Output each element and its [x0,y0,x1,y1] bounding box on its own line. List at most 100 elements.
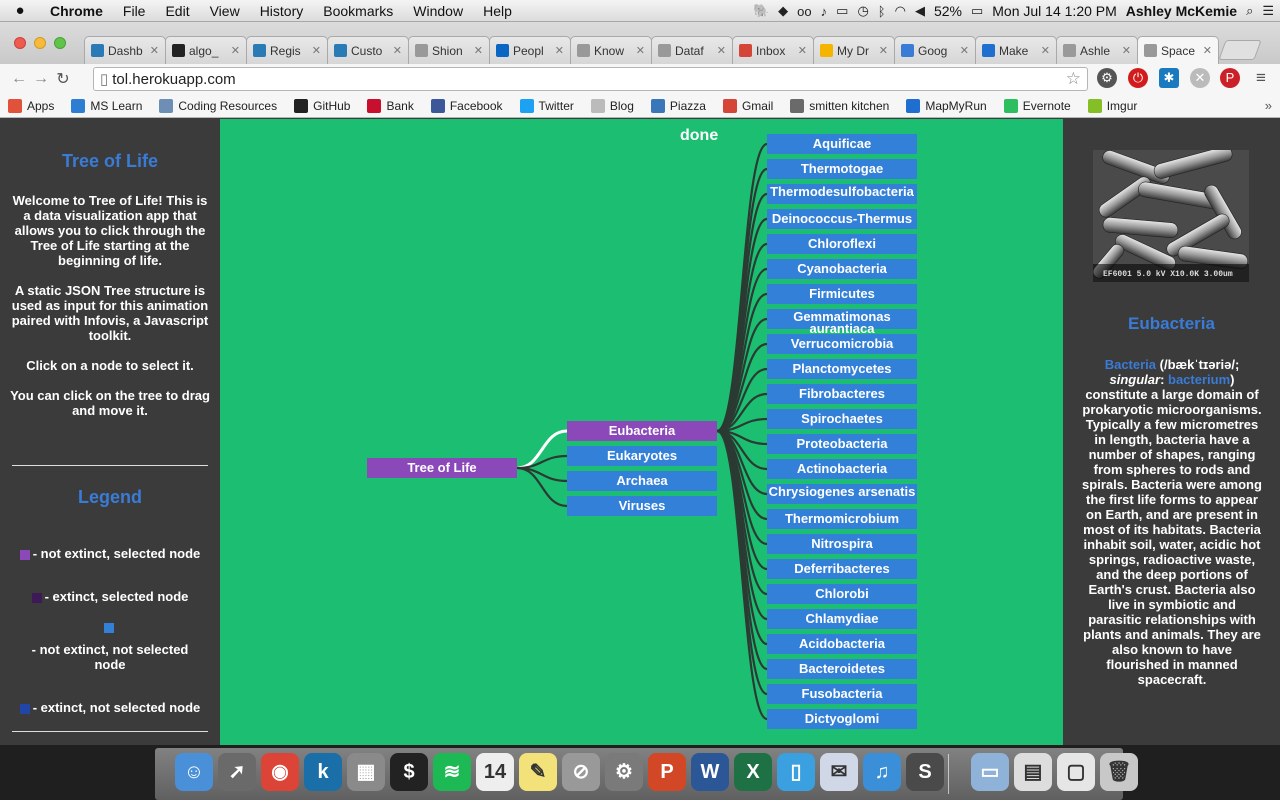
bookmark-item[interactable]: Evernote [1003,98,1071,113]
tree-node-child[interactable]: Bacteroidetes [767,659,917,679]
stickies-icon[interactable]: ✎ [519,753,557,791]
tree-node-child[interactable]: Chlamydiae [767,609,917,629]
chrome-menu-icon[interactable]: ≡ [1251,68,1271,88]
word-icon[interactable]: W [691,753,729,791]
bookmark-item[interactable]: Coding Resources [159,98,277,113]
tree-node-child[interactable]: Planctomycetes [767,359,917,379]
bookmark-item[interactable]: Piazza [650,98,706,113]
no-entry-icon[interactable]: ⊘ [562,753,600,791]
user-name[interactable]: Ashley McKemie [1126,3,1237,19]
chrome-window-icon[interactable]: ▢ [1057,753,1095,791]
bookmark-star-icon[interactable]: ☆ [1066,69,1081,89]
bluetooth-icon[interactable]: ᛒ [878,4,886,19]
bookmark-item[interactable]: smitten kitchen [790,98,889,113]
menu-help[interactable]: Help [473,3,522,19]
menu-window[interactable]: Window [403,3,473,19]
menu-bookmarks[interactable]: Bookmarks [313,3,403,19]
menu-file[interactable]: File [113,3,156,19]
launchpad-icon[interactable]: ➚ [218,753,256,791]
browser-tab[interactable]: Ashle ✕ [1056,36,1138,64]
finder-icon[interactable]: ☺ [175,753,213,791]
tree-node-child[interactable]: Firmicutes [767,284,917,304]
tree-node-child[interactable]: Deinococcus-Thermus [767,209,917,229]
clock[interactable]: Mon Jul 14 1:20 PM [992,3,1117,19]
browser-tab[interactable]: Shion ✕ [408,36,490,64]
browser-tab[interactable]: Inbox ✕ [732,36,814,64]
tree-node-child[interactable]: Cyanobacteria [767,259,917,279]
power-extension-icon[interactable]: ⏻ [1128,68,1148,88]
browser-tab[interactable]: Goog ✕ [894,36,976,64]
browser-tab[interactable]: Regis ✕ [246,36,328,64]
close-tab-icon[interactable]: ✕ [636,44,645,57]
tree-node-child[interactable]: Fusobacteria [767,684,917,704]
bookmark-item[interactable]: Apps [8,98,54,113]
battery-percent[interactable]: 52% [934,3,962,19]
tree-node-child[interactable]: Fibrobacteres [767,384,917,404]
bacterium-link[interactable]: bacterium [1168,372,1230,387]
spotlight-search-icon[interactable]: ⌕ [1246,3,1253,19]
tree-node-child[interactable]: Thermodesulfobacteria [767,184,917,204]
tree-node-eukaryotes[interactable]: Eukaryotes [567,446,717,466]
evernote-tray-icon[interactable]: 🐘 [753,3,769,19]
time-machine-icon[interactable]: ◷ [857,3,868,19]
close-tab-icon[interactable]: ✕ [150,44,159,57]
sublime-text-icon[interactable]: S [906,753,944,791]
menu-app-name[interactable]: Chrome [40,3,113,19]
bacteria-link[interactable]: Bacteria [1105,357,1156,372]
preview-icon[interactable]: ✉ [820,753,858,791]
folder-icon[interactable]: ▭ [971,753,1009,791]
new-tab-button[interactable] [1218,40,1262,60]
menu-edit[interactable]: Edit [155,3,199,19]
tree-node-child[interactable]: Deferribacteres [767,559,917,579]
bookmark-item[interactable]: GitHub [294,98,350,113]
close-tab-icon[interactable]: ✕ [717,44,726,57]
browser-tab[interactable]: Make ✕ [975,36,1057,64]
simulator-icon[interactable]: ▯ [777,753,815,791]
kindle-icon[interactable]: k [304,753,342,791]
close-tab-icon[interactable]: ✕ [555,44,564,57]
close-tab-icon[interactable]: ✕ [393,44,402,57]
calendar-icon[interactable]: 14 [476,753,514,791]
chrome-icon[interactable]: ◉ [261,753,299,791]
dropbox-tray-icon[interactable]: ◆ [778,3,788,19]
address-bar[interactable]: ▯ tol.herokuapp.com ☆ [93,67,1088,91]
wifi-icon[interactable]: ◠ [895,3,906,19]
tree-node-root[interactable]: Tree of Life [367,458,517,478]
tree-node-child[interactable]: Chlorobi [767,584,917,604]
forward-arrow-icon[interactable]: → [30,70,52,88]
back-arrow-icon[interactable]: ← [8,70,30,88]
browser-tab[interactable]: Dashb ✕ [84,36,166,64]
menu-view[interactable]: View [200,3,250,19]
menu-history[interactable]: History [250,3,314,19]
volume-icon[interactable]: ◀ [915,3,925,19]
reload-icon[interactable]: ↻ [52,69,74,89]
close-tab-icon[interactable]: ✕ [474,44,483,57]
bookmark-item[interactable]: Facebook [430,98,503,113]
tree-node-child[interactable]: Spirochaetes [767,409,917,429]
terminal-icon[interactable]: $ [390,753,428,791]
bookmark-item[interactable]: Blog [590,98,634,113]
notification-center-icon[interactable]: ☰ [1262,3,1274,19]
calculator-icon[interactable]: ▦ [347,753,385,791]
tree-visualization[interactable]: done Tree of Life Eubacteria Eukaryotes Arc… [220,119,1063,745]
powerpoint-icon[interactable]: P [648,753,686,791]
close-tab-icon[interactable]: ✕ [1122,44,1131,57]
tree-node-child[interactable]: Verrucomicrobia [767,334,917,354]
browser-tab[interactable]: Dataf ✕ [651,36,733,64]
close-tab-icon[interactable]: ✕ [231,44,240,57]
notification-bell-icon[interactable]: ♪ [821,4,828,19]
cancel-extension-icon[interactable]: ✕ [1190,68,1210,88]
tree-node-archaea[interactable]: Archaea [567,471,717,491]
apple-logo-icon[interactable]: ● [0,2,40,19]
close-tab-icon[interactable]: ✕ [798,44,807,57]
tree-node-child[interactable]: Thermotogae [767,159,917,179]
bookmark-item[interactable]: Bank [367,98,414,113]
browser-tab[interactable]: My Dr ✕ [813,36,895,64]
tree-node-viruses[interactable]: Viruses [567,496,717,516]
tree-node-child[interactable]: Chrysiogenes arsenatis [767,484,917,504]
tree-node-child[interactable]: Acidobacteria [767,634,917,654]
puzzle-extension-icon[interactable]: ✱ [1159,68,1179,88]
pdf-document-icon[interactable]: ▤ [1014,753,1052,791]
tree-node-child[interactable]: Dictyoglomi [767,709,917,729]
spotify-icon[interactable]: ≋ [433,753,471,791]
